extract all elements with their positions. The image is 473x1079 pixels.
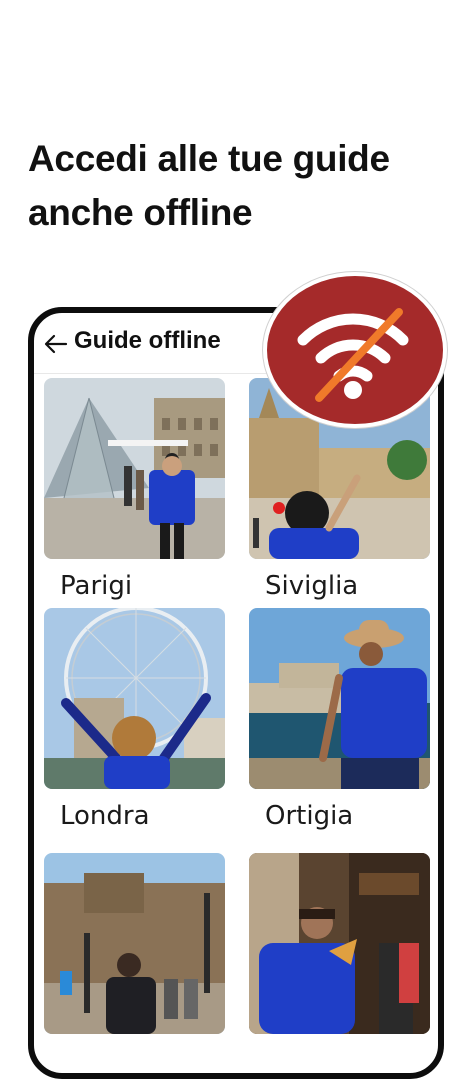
arrow-left-icon[interactable] [44,333,68,355]
guide-card-londra[interactable]: Londra [44,608,225,831]
guide-photo-parigi [44,378,225,559]
headline-line-2: anche offline [28,192,253,233]
guide-photo-6 [249,853,430,1034]
guide-photo-ortigia [249,608,430,789]
guide-photo-5 [44,853,225,1034]
offline-badge [263,272,447,428]
guide-label: Siviglia [265,571,359,601]
guide-label: Parigi [60,571,133,601]
guide-photo-londra [44,608,225,789]
guide-card-6[interactable] [249,853,430,1046]
guide-card-parigi[interactable]: Parigi [44,378,225,601]
wifi-off-icon [297,308,409,402]
headline-line-1: Accedi alle tue guide [28,138,390,179]
guide-card-ortigia[interactable]: Ortigia [249,608,430,831]
screen-title: Guide offline [74,327,221,354]
guide-label: Ortigia [265,801,354,831]
guide-card-5[interactable] [44,853,225,1046]
headline: Accedi alle tue guide anche offline [28,132,468,240]
guide-label: Londra [60,801,150,831]
